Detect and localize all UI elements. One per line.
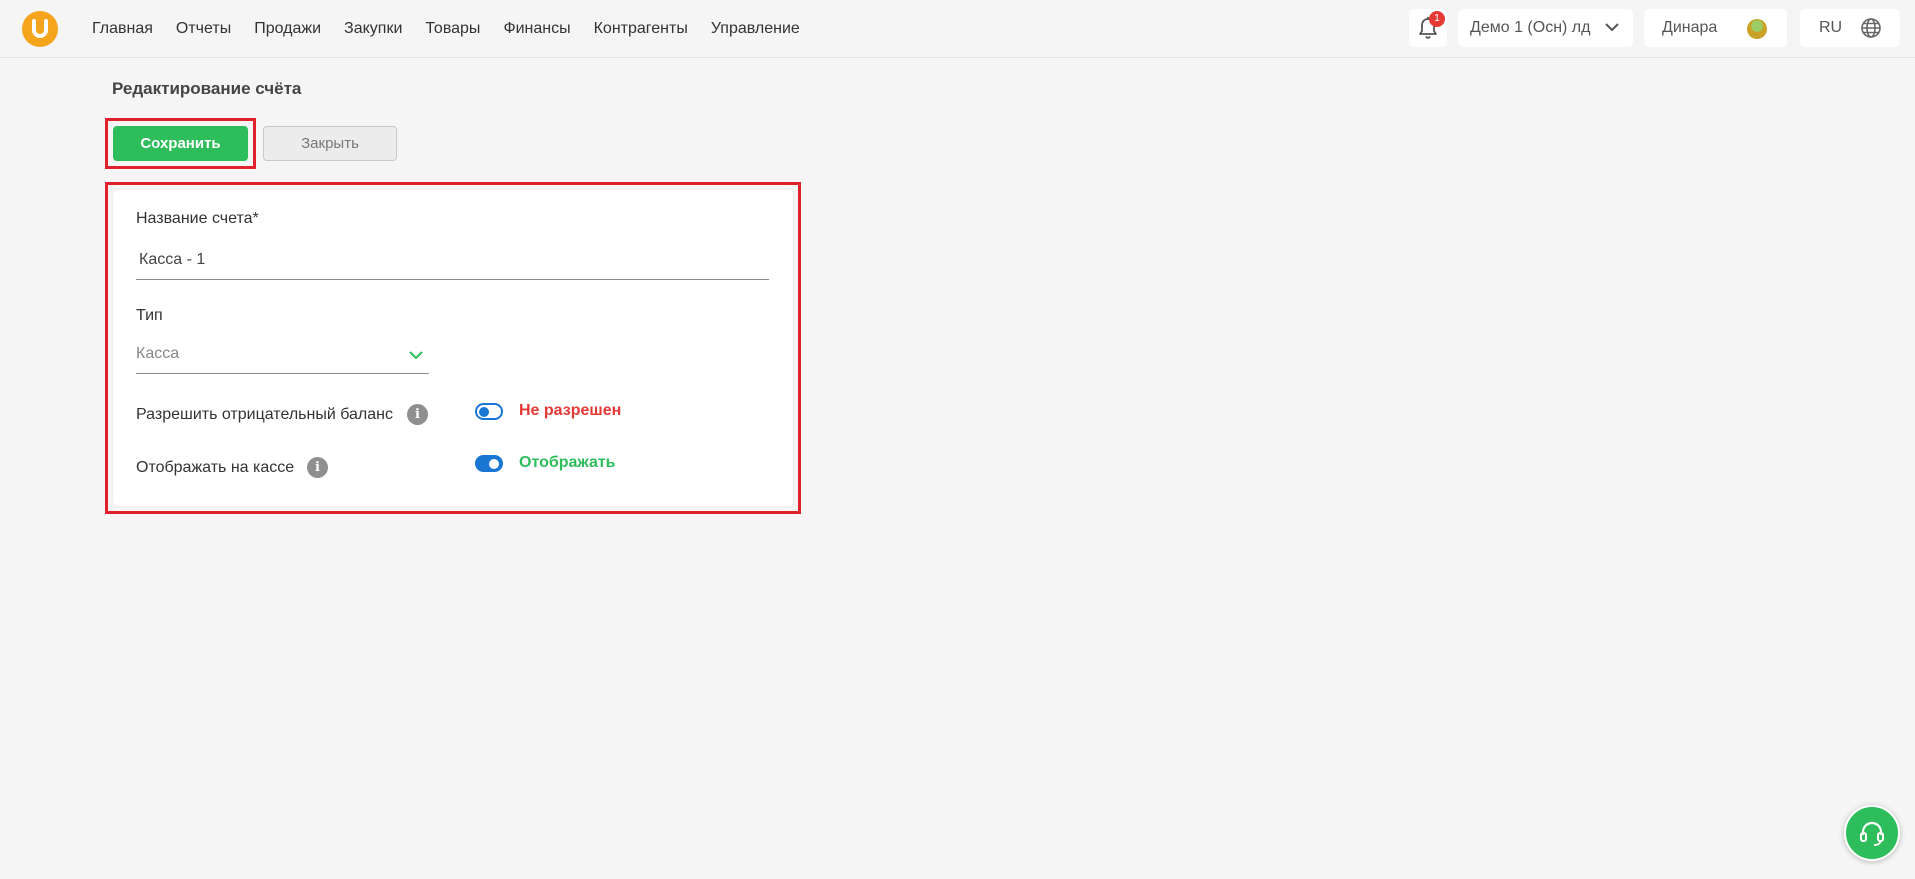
- type-underline: [136, 373, 429, 374]
- show-at-cashier-status: Отображать: [519, 454, 616, 471]
- company-name: Демо 1 (Осн) лд: [1470, 19, 1591, 36]
- save-button[interactable]: Сохранить: [113, 126, 248, 161]
- language-code: RU: [1819, 19, 1843, 36]
- close-button[interactable]: Закрыть: [263, 126, 397, 161]
- company-selector[interactable]: Демо 1 (Осн) лд: [1458, 9, 1633, 47]
- nav-item-counterparties[interactable]: Контрагенты: [594, 20, 688, 38]
- nav-item-home[interactable]: Главная: [92, 20, 153, 38]
- account-name-input[interactable]: Касса - 1: [139, 251, 205, 269]
- nav-item-purchases[interactable]: Закупки: [344, 20, 402, 38]
- u-logo-icon[interactable]: [22, 11, 58, 47]
- show-at-cashier-label: Отображать на кассе: [136, 459, 295, 476]
- globe-icon: [1861, 18, 1881, 38]
- account-name-label: Название счета*: [136, 210, 259, 227]
- info-icon[interactable]: i: [307, 457, 328, 478]
- type-select[interactable]: Касса: [136, 345, 179, 363]
- info-icon[interactable]: i: [407, 404, 428, 425]
- user-menu[interactable]: Динара: [1644, 9, 1787, 47]
- nav-item-sales[interactable]: Продажи: [254, 20, 321, 38]
- user-name: Динара: [1662, 19, 1718, 36]
- account-form: Название счета* Касса - 1 Тип Касса Разр…: [113, 190, 793, 506]
- nav-item-products[interactable]: Товары: [425, 20, 480, 38]
- type-label: Тип: [136, 307, 163, 324]
- main-nav: Главная Отчеты Продажи Закупки Товары Фи…: [92, 0, 800, 58]
- avatar: [1747, 19, 1767, 39]
- negative-balance-label: Разрешить отрицательный баланс: [136, 406, 393, 423]
- notifications-button[interactable]: 1: [1409, 9, 1447, 47]
- notification-badge: 1: [1429, 11, 1445, 27]
- language-selector[interactable]: RU: [1800, 9, 1900, 47]
- nav-item-reports[interactable]: Отчеты: [176, 20, 231, 38]
- page-title: Редактирование счёта: [112, 79, 302, 98]
- toggle-knob: [489, 459, 499, 469]
- support-button[interactable]: [1844, 805, 1900, 861]
- account-name-underline: [136, 279, 769, 280]
- toggle-knob: [479, 407, 489, 417]
- nav-item-finance[interactable]: Финансы: [503, 20, 570, 38]
- headset-icon: [1860, 821, 1884, 846]
- show-at-cashier-toggle[interactable]: [475, 455, 503, 472]
- chevron-down-icon[interactable]: [409, 350, 423, 360]
- top-bar: Главная Отчеты Продажи Закупки Товары Фи…: [0, 0, 1915, 58]
- negative-balance-status: Не разрешен: [519, 402, 622, 419]
- negative-balance-toggle[interactable]: [475, 403, 503, 420]
- nav-item-management[interactable]: Управление: [711, 20, 800, 38]
- chevron-down-icon: [1605, 23, 1619, 32]
